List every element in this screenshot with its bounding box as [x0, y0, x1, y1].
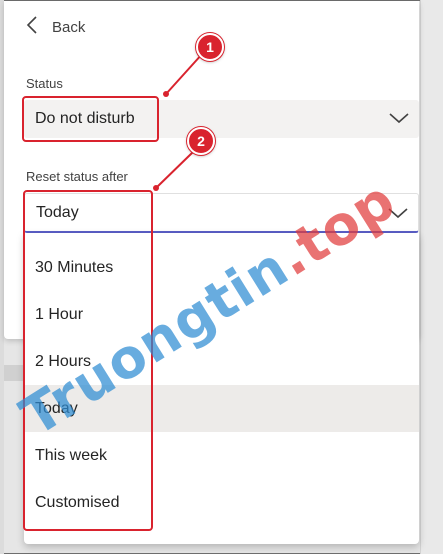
back-label: Back [52, 18, 86, 36]
chevron-down-icon [389, 111, 409, 125]
annotation-badge-2: 2 [187, 127, 215, 155]
background-right-strip [420, 0, 443, 554]
back-button[interactable]: Back [26, 15, 86, 40]
option-customised[interactable]: Customised [24, 479, 419, 526]
background-row [4, 365, 26, 381]
option-2-hours[interactable]: 2 Hours [24, 338, 419, 385]
option-this-week[interactable]: This week [24, 432, 419, 479]
status-select[interactable]: Do not disturb [24, 100, 419, 138]
chevron-left-icon [26, 15, 38, 40]
reset-status-value: Today [36, 203, 79, 221]
option-30-minutes[interactable]: 30 Minutes [24, 244, 419, 291]
status-value: Do not disturb [35, 110, 135, 127]
reset-status-dropdown: 30 Minutes 1 Hour 2 Hours Today This wee… [24, 233, 419, 544]
annotation-badge-1: 1 [196, 33, 224, 61]
option-1-hour[interactable]: 1 Hour [24, 291, 419, 338]
reset-status-label: Reset status after [26, 169, 128, 184]
option-today[interactable]: Today [24, 385, 419, 432]
chevron-down-icon [388, 206, 408, 220]
status-label: Status [26, 76, 63, 91]
reset-status-select[interactable]: Today [24, 193, 419, 233]
